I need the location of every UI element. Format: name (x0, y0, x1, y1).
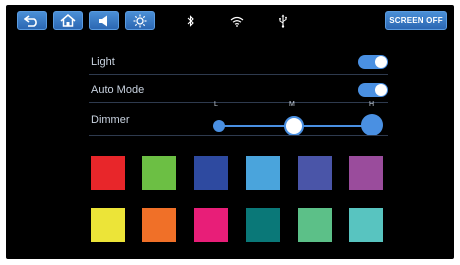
device-screen: SCREEN OFF Light Auto Mode Dimmer L M H (6, 5, 454, 259)
back-button[interactable] (17, 11, 47, 30)
sun-icon (132, 14, 148, 28)
usb-icon (276, 12, 290, 30)
home-button[interactable] (53, 11, 83, 30)
dimmer-stop-high[interactable] (361, 114, 383, 136)
volume-button[interactable] (89, 11, 119, 30)
divider (89, 74, 388, 75)
light-toggle-knob (375, 56, 387, 68)
bluetooth-icon (184, 12, 198, 30)
color-swatch-mint[interactable] (298, 208, 332, 242)
auto-mode-label: Auto Mode (91, 84, 145, 96)
dimmer-slider-thumb[interactable] (284, 116, 304, 136)
dimmer-level-low-label: L (214, 101, 218, 108)
dimmer-level-mid-label: M (289, 101, 295, 108)
color-swatch-sky-blue[interactable] (246, 156, 280, 190)
color-swatch-orange[interactable] (142, 208, 176, 242)
dimmer-stop-low[interactable] (213, 120, 225, 132)
dimmer-level-high-label: H (369, 101, 375, 108)
back-arrow-icon (24, 14, 40, 27)
brightness-button[interactable] (125, 11, 155, 30)
dimmer-label: Dimmer (91, 114, 130, 126)
color-swatch-pink[interactable] (194, 208, 228, 242)
divider (89, 102, 388, 103)
auto-mode-toggle-knob (375, 84, 387, 96)
color-swatch-teal[interactable] (246, 208, 280, 242)
light-label: Light (91, 56, 115, 68)
wifi-icon (228, 12, 246, 30)
home-icon (60, 14, 76, 27)
color-swatch-green[interactable] (142, 156, 176, 190)
light-toggle[interactable] (358, 55, 388, 69)
color-swatch-red[interactable] (91, 156, 125, 190)
auto-mode-toggle[interactable] (358, 83, 388, 97)
screen-off-button[interactable]: SCREEN OFF (385, 11, 447, 30)
speaker-icon (97, 15, 111, 27)
color-swatch-navy[interactable] (194, 156, 228, 190)
color-swatch-turquoise[interactable] (349, 208, 383, 242)
divider (89, 135, 388, 136)
color-swatch-indigo[interactable] (298, 156, 332, 190)
color-swatch-purple[interactable] (349, 156, 383, 190)
color-swatch-yellow[interactable] (91, 208, 125, 242)
